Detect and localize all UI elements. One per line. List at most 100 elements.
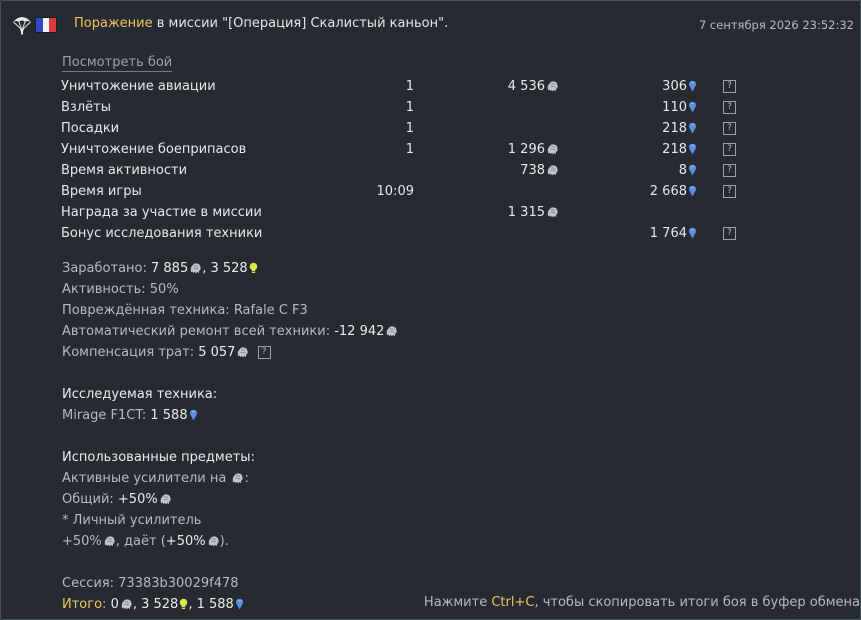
repair-line: Автоматический ремонт всей техники: -12 …	[62, 321, 842, 342]
help-icon[interactable]: ?	[723, 143, 736, 156]
france-flag-icon	[35, 17, 57, 33]
reward-rp: 1 764	[650, 223, 697, 246]
help-icon[interactable]: ?	[723, 185, 736, 198]
silver-lion-icon	[546, 204, 559, 225]
table-row: Уничтожение боеприпасов 1 1 296 218?	[61, 139, 761, 160]
research-point-icon	[688, 99, 697, 120]
silver-lion-icon	[159, 491, 172, 512]
reward-name: Бонус исследования техники	[61, 226, 263, 241]
research-vehicle: Mirage F1CT:	[62, 408, 151, 423]
table-row: Посадки 1 218?	[61, 118, 761, 139]
table-row: Бонус исследования техники 1 764?	[61, 223, 761, 244]
compensation-line: Компенсация трат: 5 057 ?	[62, 342, 842, 363]
items-title: Использованные предметы:	[62, 450, 255, 465]
table-row: Взлёты 1 110?	[61, 97, 761, 118]
reward-rp: 2 668	[650, 181, 697, 204]
reward-sl: 1 315	[508, 202, 559, 225]
table-row: Уничтожение авиации 1 4 536 306?	[61, 76, 761, 97]
research-point-icon	[235, 596, 244, 617]
active-boosters-line: Активные усилители на :	[62, 468, 842, 489]
silver-lion-icon	[236, 344, 249, 365]
reward-rp: 110	[662, 97, 697, 120]
reward-name: Посадки	[61, 121, 120, 136]
research-line: Mirage F1CT: 1 588	[62, 405, 842, 426]
earned-rp: 3 528	[210, 261, 248, 276]
battle-summary: Заработано: 7 885, 3 528 Активность: 50%…	[62, 258, 842, 615]
reward-sl: 738	[520, 160, 559, 183]
session-id: Сессия: 73383b30029f478	[62, 576, 239, 591]
research-title: Исследуемая техника:	[62, 387, 218, 402]
mission-name: в миссии "[Операция] Скалистый каньон".	[152, 16, 449, 31]
table-row: Время активности 738 8?	[61, 160, 761, 181]
reward-count: 1	[405, 79, 414, 94]
table-row: Время игры 10:09 2 668?	[61, 181, 761, 202]
personal-booster-line: * Личный усилитель	[62, 513, 202, 528]
silver-lion-icon	[546, 78, 559, 99]
help-icon[interactable]: ?	[723, 227, 736, 240]
general-booster-line: Общий: +50%	[62, 489, 842, 510]
compensation-value: 5 057	[198, 345, 236, 360]
silver-lion-icon	[189, 260, 202, 281]
reward-sl: 1 296	[508, 139, 559, 162]
reward-rp: 8	[679, 160, 697, 183]
research-point-icon	[688, 162, 697, 183]
total-rp: 3 528	[141, 597, 179, 612]
reward-sl: 4 536	[508, 76, 559, 99]
help-icon[interactable]: ?	[723, 122, 736, 135]
view-battle-link[interactable]: Посмотреть бой	[62, 55, 173, 72]
lightbulb-icon	[249, 260, 258, 281]
help-icon[interactable]: ?	[257, 346, 271, 359]
silver-lion-icon	[385, 323, 398, 344]
header: Поражение в миссии "[Операция] Скалистый…	[11, 13, 856, 37]
silver-lion-icon	[103, 533, 116, 554]
total-label: Итого	[62, 597, 103, 612]
research-point-icon	[688, 120, 697, 141]
silver-lion-icon	[546, 162, 559, 183]
reward-name: Взлёты	[61, 100, 111, 115]
research-point-icon	[688, 78, 697, 99]
repair-value: -12 942	[334, 324, 385, 339]
reward-rp: 218	[662, 118, 697, 141]
reward-name: Уничтожение боеприпасов	[61, 142, 247, 157]
help-icon[interactable]: ?	[723, 101, 736, 114]
reward-count: 1	[405, 100, 414, 115]
earned-line: Заработано: 7 885, 3 528	[62, 258, 842, 279]
reward-rp: 306	[662, 76, 697, 99]
research-point-icon	[189, 407, 198, 428]
help-icon[interactable]: ?	[723, 80, 736, 93]
silver-lion-icon	[120, 596, 133, 617]
silver-lion-icon	[207, 533, 220, 554]
research-point-icon	[688, 183, 697, 204]
reward-count: 10:09	[376, 184, 414, 199]
research-point-icon	[688, 225, 697, 246]
activity-line: Активность: 50%	[62, 282, 179, 297]
reward-name: Уничтожение авиации	[61, 79, 216, 94]
earned-sl: 7 885	[151, 261, 189, 276]
damaged-line: Повреждённая техника: Rafale C F3	[62, 303, 308, 318]
research-point-icon	[688, 141, 697, 162]
research-rp: 1 588	[150, 408, 188, 423]
reward-name: Время активности	[61, 163, 188, 178]
help-icon[interactable]: ?	[723, 164, 736, 177]
reward-count: 1	[405, 121, 414, 136]
damaged-vehicle: Rafale C F3	[233, 303, 308, 318]
reward-name: Награда за участие в миссии	[61, 205, 262, 220]
reward-rp: 218	[662, 139, 697, 162]
mission-title: Поражение в миссии "[Операция] Скалистый…	[74, 16, 448, 31]
reward-name: Время игры	[61, 184, 142, 199]
total-sl: 0	[110, 597, 119, 612]
table-row: Награда за участие в миссии 1 315	[61, 202, 761, 223]
silver-lion-icon	[231, 470, 244, 491]
parachute-icon	[13, 17, 31, 35]
rewards-table: Уничтожение авиации 1 4 536 306? Взлёты 1 110?…	[61, 76, 761, 244]
lightbulb-icon	[179, 596, 188, 617]
result-label: Поражение	[74, 16, 153, 31]
copy-shortcut: Ctrl+C	[491, 595, 535, 610]
copy-hint: Нажмите Ctrl+C, чтобы скопировать итоги …	[423, 595, 860, 610]
total-research-rp: 1 588	[196, 597, 234, 612]
silver-lion-icon	[546, 141, 559, 162]
debriefing-window: Поражение в миссии "[Операция] Скалистый…	[0, 0, 861, 620]
reward-count: 1	[405, 142, 414, 157]
personal-booster-value-line: +50%, даёт (+50%).	[62, 531, 842, 552]
battle-datetime: 7 сентября 2026 23:52:32	[698, 18, 854, 32]
